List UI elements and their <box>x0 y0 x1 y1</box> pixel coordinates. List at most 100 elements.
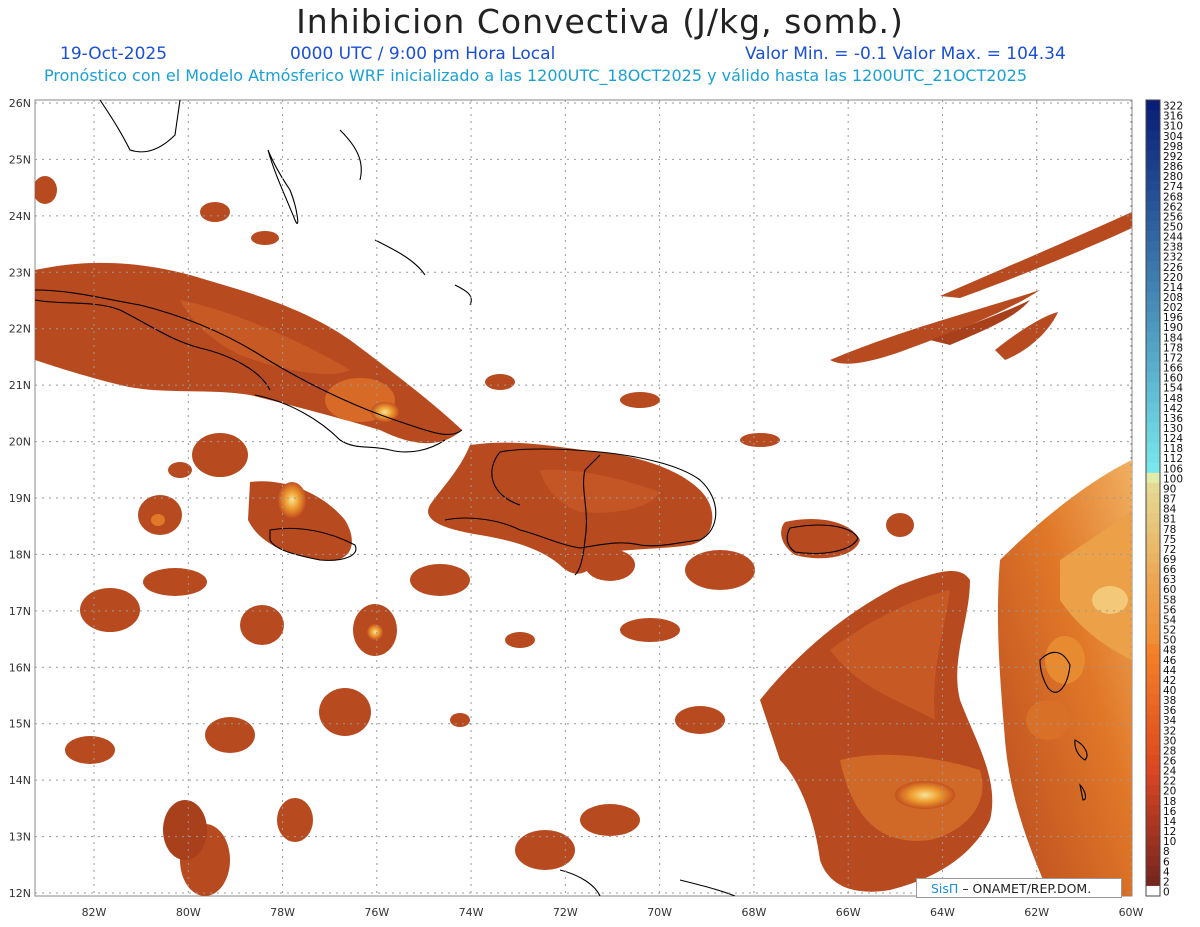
colorbar-swatch <box>1146 825 1160 836</box>
colorbar-swatch <box>1146 613 1160 625</box>
credit-box: SisΠ – ONAMET/REP.DOM. <box>916 878 1122 898</box>
colorbar-swatch <box>1146 241 1160 252</box>
colorbar-swatch <box>1146 573 1160 585</box>
colorbar-swatch <box>1146 230 1160 242</box>
colorbar-swatch <box>1146 553 1160 564</box>
colorbar-swatch <box>1146 684 1160 695</box>
colorbar-swatch <box>1146 351 1160 363</box>
colorbar-swatch <box>1146 140 1160 151</box>
longitude-label: 82W <box>82 906 107 919</box>
longitude-label: 80W <box>176 906 201 919</box>
colorbar-swatch <box>1146 513 1160 524</box>
colorbar-swatch <box>1146 331 1160 343</box>
latitude-label: 12N <box>9 887 31 900</box>
longitude-label: 60W <box>1119 906 1144 919</box>
longitude-label: 68W <box>741 906 766 919</box>
colorbar-swatch <box>1146 583 1160 595</box>
latitude-label: 18N <box>9 548 31 561</box>
colorbar-swatch <box>1146 765 1160 776</box>
longitude-labels: 82W 80W 78W 76W 74W 72W 70W 68W 66W 64W 62W 60W <box>82 906 1144 919</box>
colorbar-swatch <box>1146 261 1160 272</box>
colorbar-swatch <box>1146 462 1160 474</box>
colorbar-swatch <box>1146 170 1160 182</box>
credit-brand: SisΠ <box>931 881 959 896</box>
colorbar-swatch <box>1146 503 1160 514</box>
colorbar-swatch <box>1146 220 1160 232</box>
colorbar-swatch <box>1146 694 1160 705</box>
colorbar-swatch <box>1146 492 1160 504</box>
colorbar-swatch <box>1146 321 1160 333</box>
colorbar-swatch <box>1146 482 1160 494</box>
latitude-label: 13N <box>9 831 31 844</box>
latitude-label: 14N <box>9 774 31 787</box>
colorbar-swatch <box>1146 563 1160 574</box>
colorbar-swatch <box>1146 634 1160 645</box>
latitude-label: 22N <box>9 323 31 336</box>
colorbar-swatch <box>1146 372 1160 383</box>
longitude-label: 72W <box>553 906 578 919</box>
colorbar-swatch <box>1146 452 1160 464</box>
colorbar-swatch <box>1146 835 1160 847</box>
colorbar-swatch <box>1146 593 1160 605</box>
latitude-label: 21N <box>9 379 31 392</box>
colorbar-swatch <box>1146 472 1160 484</box>
colorbar-swatch <box>1146 442 1160 454</box>
colorbar-swatch <box>1146 100 1160 111</box>
colorbar-swatch <box>1146 110 1160 121</box>
colorbar-swatch <box>1146 150 1160 161</box>
colorbar-swatch <box>1146 382 1160 393</box>
colorbar-swatch <box>1146 301 1160 312</box>
colorbar-swatch <box>1146 724 1160 736</box>
colorbar-swatch <box>1146 210 1160 222</box>
colorbar-swatch <box>1146 412 1160 423</box>
colorbar-swatch <box>1146 805 1160 816</box>
latitude-labels: 26N 25N 24N 23N 22N 21N 20N 19N 18N 17N 16N 15N 14N 1… <box>9 97 31 900</box>
longitude-label: 78W <box>270 906 295 919</box>
colorbar-swatch <box>1146 795 1160 806</box>
colorbar-swatch <box>1146 422 1160 433</box>
colorbar-swatch <box>1146 664 1160 675</box>
colorbar-swatch <box>1146 361 1160 373</box>
latitude-label: 26N <box>9 97 31 110</box>
map-canvas: 26N 25N 24N 23N 22N 21N 20N 19N 18N 17N 16N 15N 14N 1… <box>9 97 1184 919</box>
colorbar-swatch <box>1146 190 1160 202</box>
colorbar-swatch <box>1146 785 1160 796</box>
longitude-label: 74W <box>459 906 484 919</box>
colorbar-swatch <box>1146 533 1160 544</box>
colorbar-swatch <box>1146 855 1160 867</box>
latitude-label: 17N <box>9 605 31 618</box>
colorbar-swatch <box>1146 775 1160 786</box>
colorbar-swatch <box>1146 543 1160 554</box>
colorbar-swatch <box>1146 311 1160 323</box>
latitude-label: 15N <box>9 718 31 731</box>
colorbar-swatch <box>1146 744 1160 756</box>
colorbar-swatch <box>1146 200 1160 212</box>
colorbar-swatch <box>1146 815 1160 826</box>
colorbar-swatch <box>1146 623 1160 635</box>
colorbar-swatch <box>1146 674 1160 685</box>
longitude-label: 76W <box>364 906 389 919</box>
colorbar-swatch <box>1146 432 1160 443</box>
colorbar-swatch <box>1146 180 1160 192</box>
colorbar-swatch <box>1146 392 1160 403</box>
colorbar-swatch <box>1146 291 1160 302</box>
colorbar-swatch <box>1146 603 1160 615</box>
colorbar-swatch <box>1146 714 1160 726</box>
colorbar-swatch <box>1146 341 1160 353</box>
longitude-label: 66W <box>836 906 861 919</box>
colorbar: 3223163103042982922862802742682622562502… <box>1145 99 1183 899</box>
longitude-label: 64W <box>930 906 955 919</box>
colorbar-swatch <box>1146 654 1160 665</box>
latitude-label: 19N <box>9 492 31 505</box>
latitude-label: 16N <box>9 661 31 674</box>
colorbar-swatch <box>1146 644 1160 655</box>
colorbar-swatch <box>1146 885 1160 897</box>
colorbar-swatch <box>1146 120 1160 131</box>
colorbar-swatch <box>1146 251 1160 262</box>
latitude-label: 23N <box>9 266 31 279</box>
colorbar-swatch <box>1146 160 1160 171</box>
latitude-label: 24N <box>9 210 31 223</box>
colorbar-swatch <box>1146 523 1160 534</box>
colorbar-swatch <box>1146 845 1160 857</box>
colorbar-swatch <box>1146 865 1160 877</box>
